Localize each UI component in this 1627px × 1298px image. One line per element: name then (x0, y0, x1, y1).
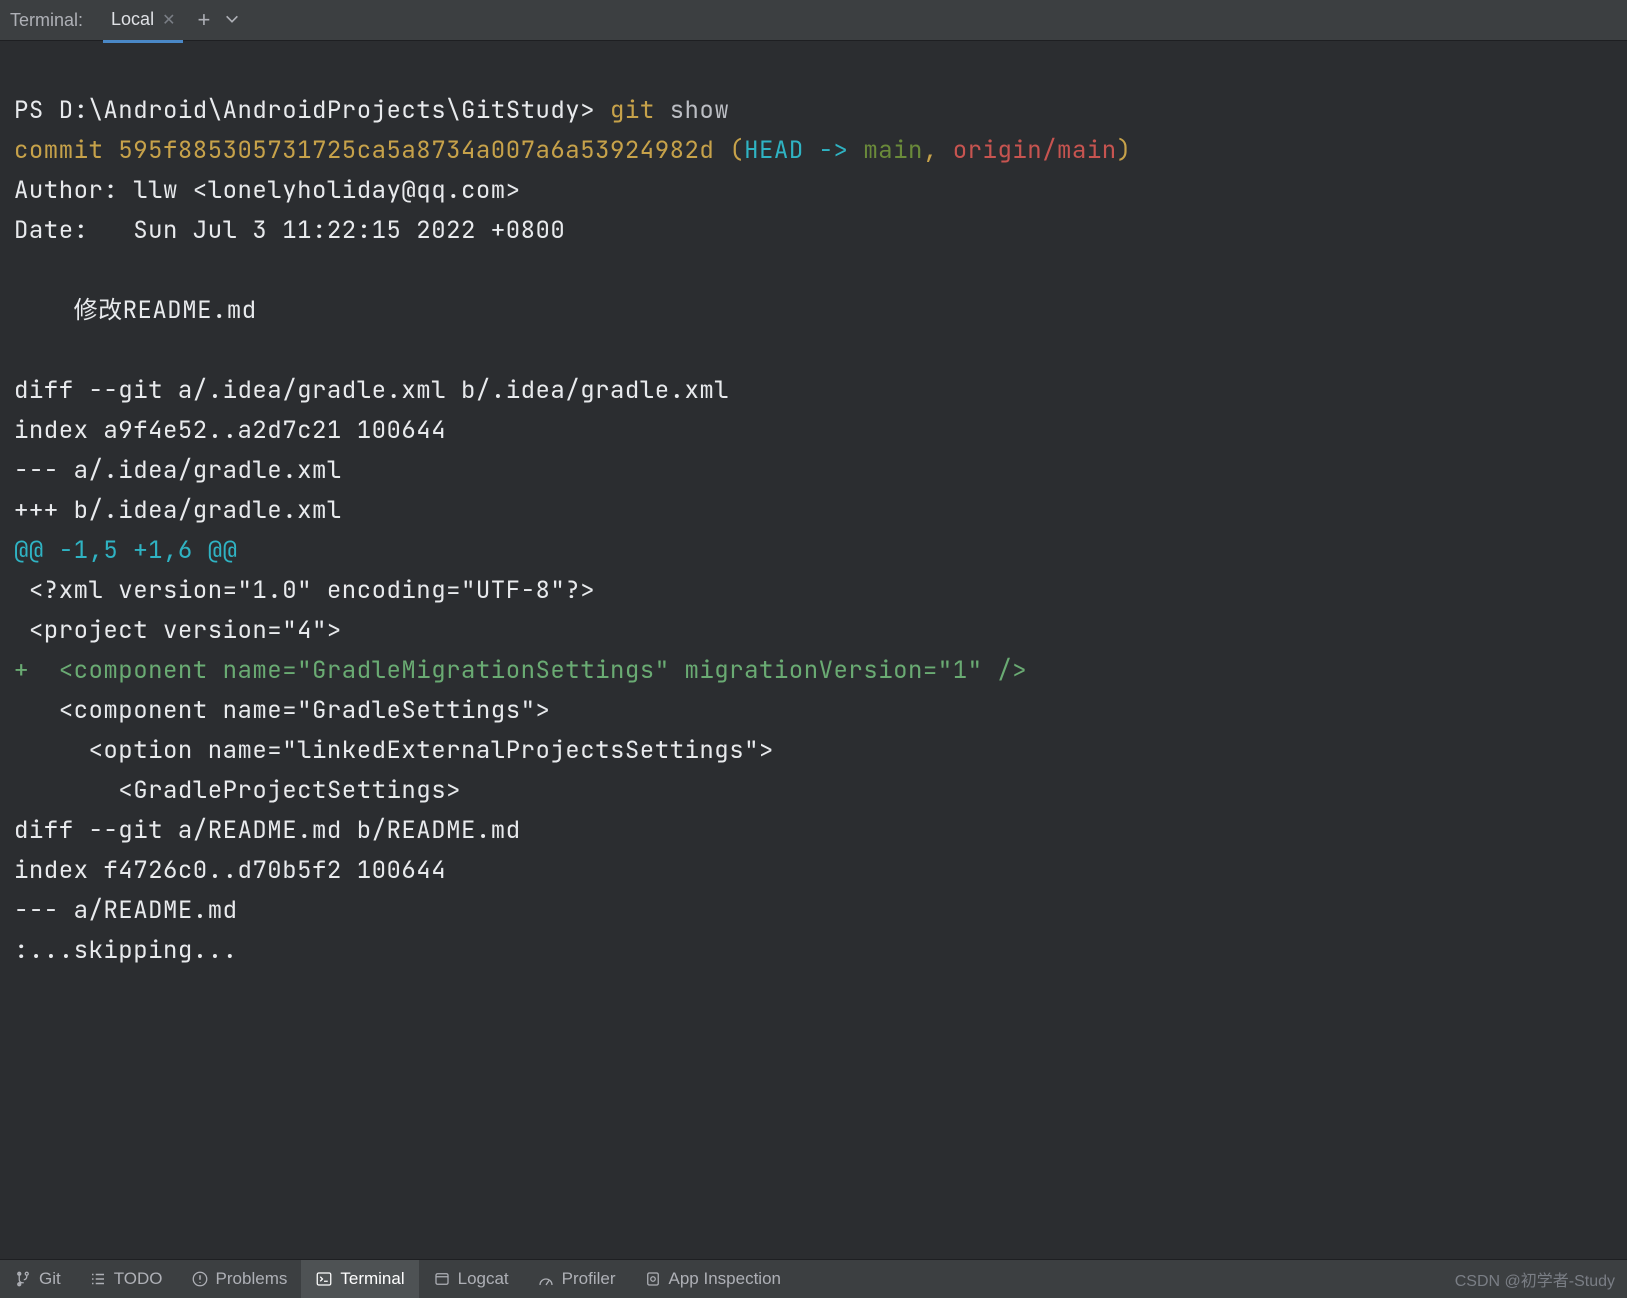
git-branch-icon (14, 1270, 32, 1288)
diff-header: diff --git a/.idea/gradle.xml b/.idea/gr… (14, 375, 729, 406)
author-line: Author: llw <lonelyholiday@qq.com> (14, 175, 521, 206)
tool-profiler[interactable]: Profiler (523, 1260, 630, 1298)
diff-hunk: @@ -1,5 +1,6 @@ (14, 535, 238, 566)
terminal-tab-local[interactable]: Local ✕ (103, 0, 183, 43)
tool-label: Git (39, 1269, 61, 1289)
bottom-tool-items: Git TODO Problems Terminal Logcat Profil… (0, 1260, 795, 1298)
terminal-dropdown-icon[interactable] (224, 11, 240, 30)
tool-label: Profiler (562, 1269, 616, 1289)
diff-old-file: --- a/README.md (14, 895, 238, 926)
tool-git[interactable]: Git (0, 1260, 75, 1298)
terminal-icon (315, 1270, 333, 1288)
watermark-text: CSDN @初学者-Study (1455, 1267, 1627, 1291)
terminal-tab-strip: Terminal: Local ✕ + (0, 0, 1627, 41)
tool-label: TODO (114, 1269, 163, 1289)
bottom-tool-bar: Git TODO Problems Terminal Logcat Profil… (0, 1259, 1627, 1298)
profiler-icon (537, 1270, 555, 1288)
add-terminal-icon[interactable]: + (197, 9, 210, 31)
warning-icon (191, 1270, 209, 1288)
diff-index: index a9f4e52..a2d7c21 100644 (14, 415, 446, 446)
terminal-panel-label: Terminal: (10, 10, 83, 31)
logcat-icon (433, 1270, 451, 1288)
diff-index: index f4726c0..d70b5f2 100644 (14, 855, 446, 886)
inspection-icon (644, 1270, 662, 1288)
list-icon (89, 1270, 107, 1288)
diff-context: <option name="linkedExternalProjectsSett… (14, 735, 774, 766)
diff-context: <component name="GradleSettings"> (14, 695, 550, 726)
tool-logcat[interactable]: Logcat (419, 1260, 523, 1298)
tool-terminal[interactable]: Terminal (301, 1260, 418, 1298)
diff-context: <project version="4"> (14, 615, 342, 646)
diff-context: <?xml version="1.0" encoding="UTF-8"?> (14, 575, 595, 606)
close-icon[interactable]: ✕ (162, 10, 175, 30)
diff-new-file: +++ b/.idea/gradle.xml (14, 495, 342, 526)
prompt-line: PS D:\Android\AndroidProjects\GitStudy> … (14, 95, 729, 126)
diff-context: <GradleProjectSettings> (14, 775, 461, 806)
tool-app-inspection[interactable]: App Inspection (630, 1260, 795, 1298)
tool-label: App Inspection (669, 1269, 781, 1289)
date-line: Date: Sun Jul 3 11:22:15 2022 +0800 (14, 215, 565, 246)
commit-line: commit 595f885305731725ca5a8734a007a6a53… (14, 135, 1132, 166)
tool-label: Problems (216, 1269, 288, 1289)
terminal-output[interactable]: PS D:\Android\AndroidProjects\GitStudy> … (0, 41, 1627, 981)
pager-skipping: :...skipping... (14, 935, 238, 966)
tool-label: Logcat (458, 1269, 509, 1289)
diff-header: diff --git a/README.md b/README.md (14, 815, 521, 846)
tool-problems[interactable]: Problems (177, 1260, 302, 1298)
commit-message: 修改README.md (14, 295, 257, 326)
tool-label: Terminal (340, 1269, 404, 1289)
terminal-tab-label: Local (111, 9, 154, 30)
tool-todo[interactable]: TODO (75, 1260, 177, 1298)
diff-old-file: --- a/.idea/gradle.xml (14, 455, 342, 486)
diff-added: + <component name="GradleMigrationSettin… (14, 655, 1027, 686)
